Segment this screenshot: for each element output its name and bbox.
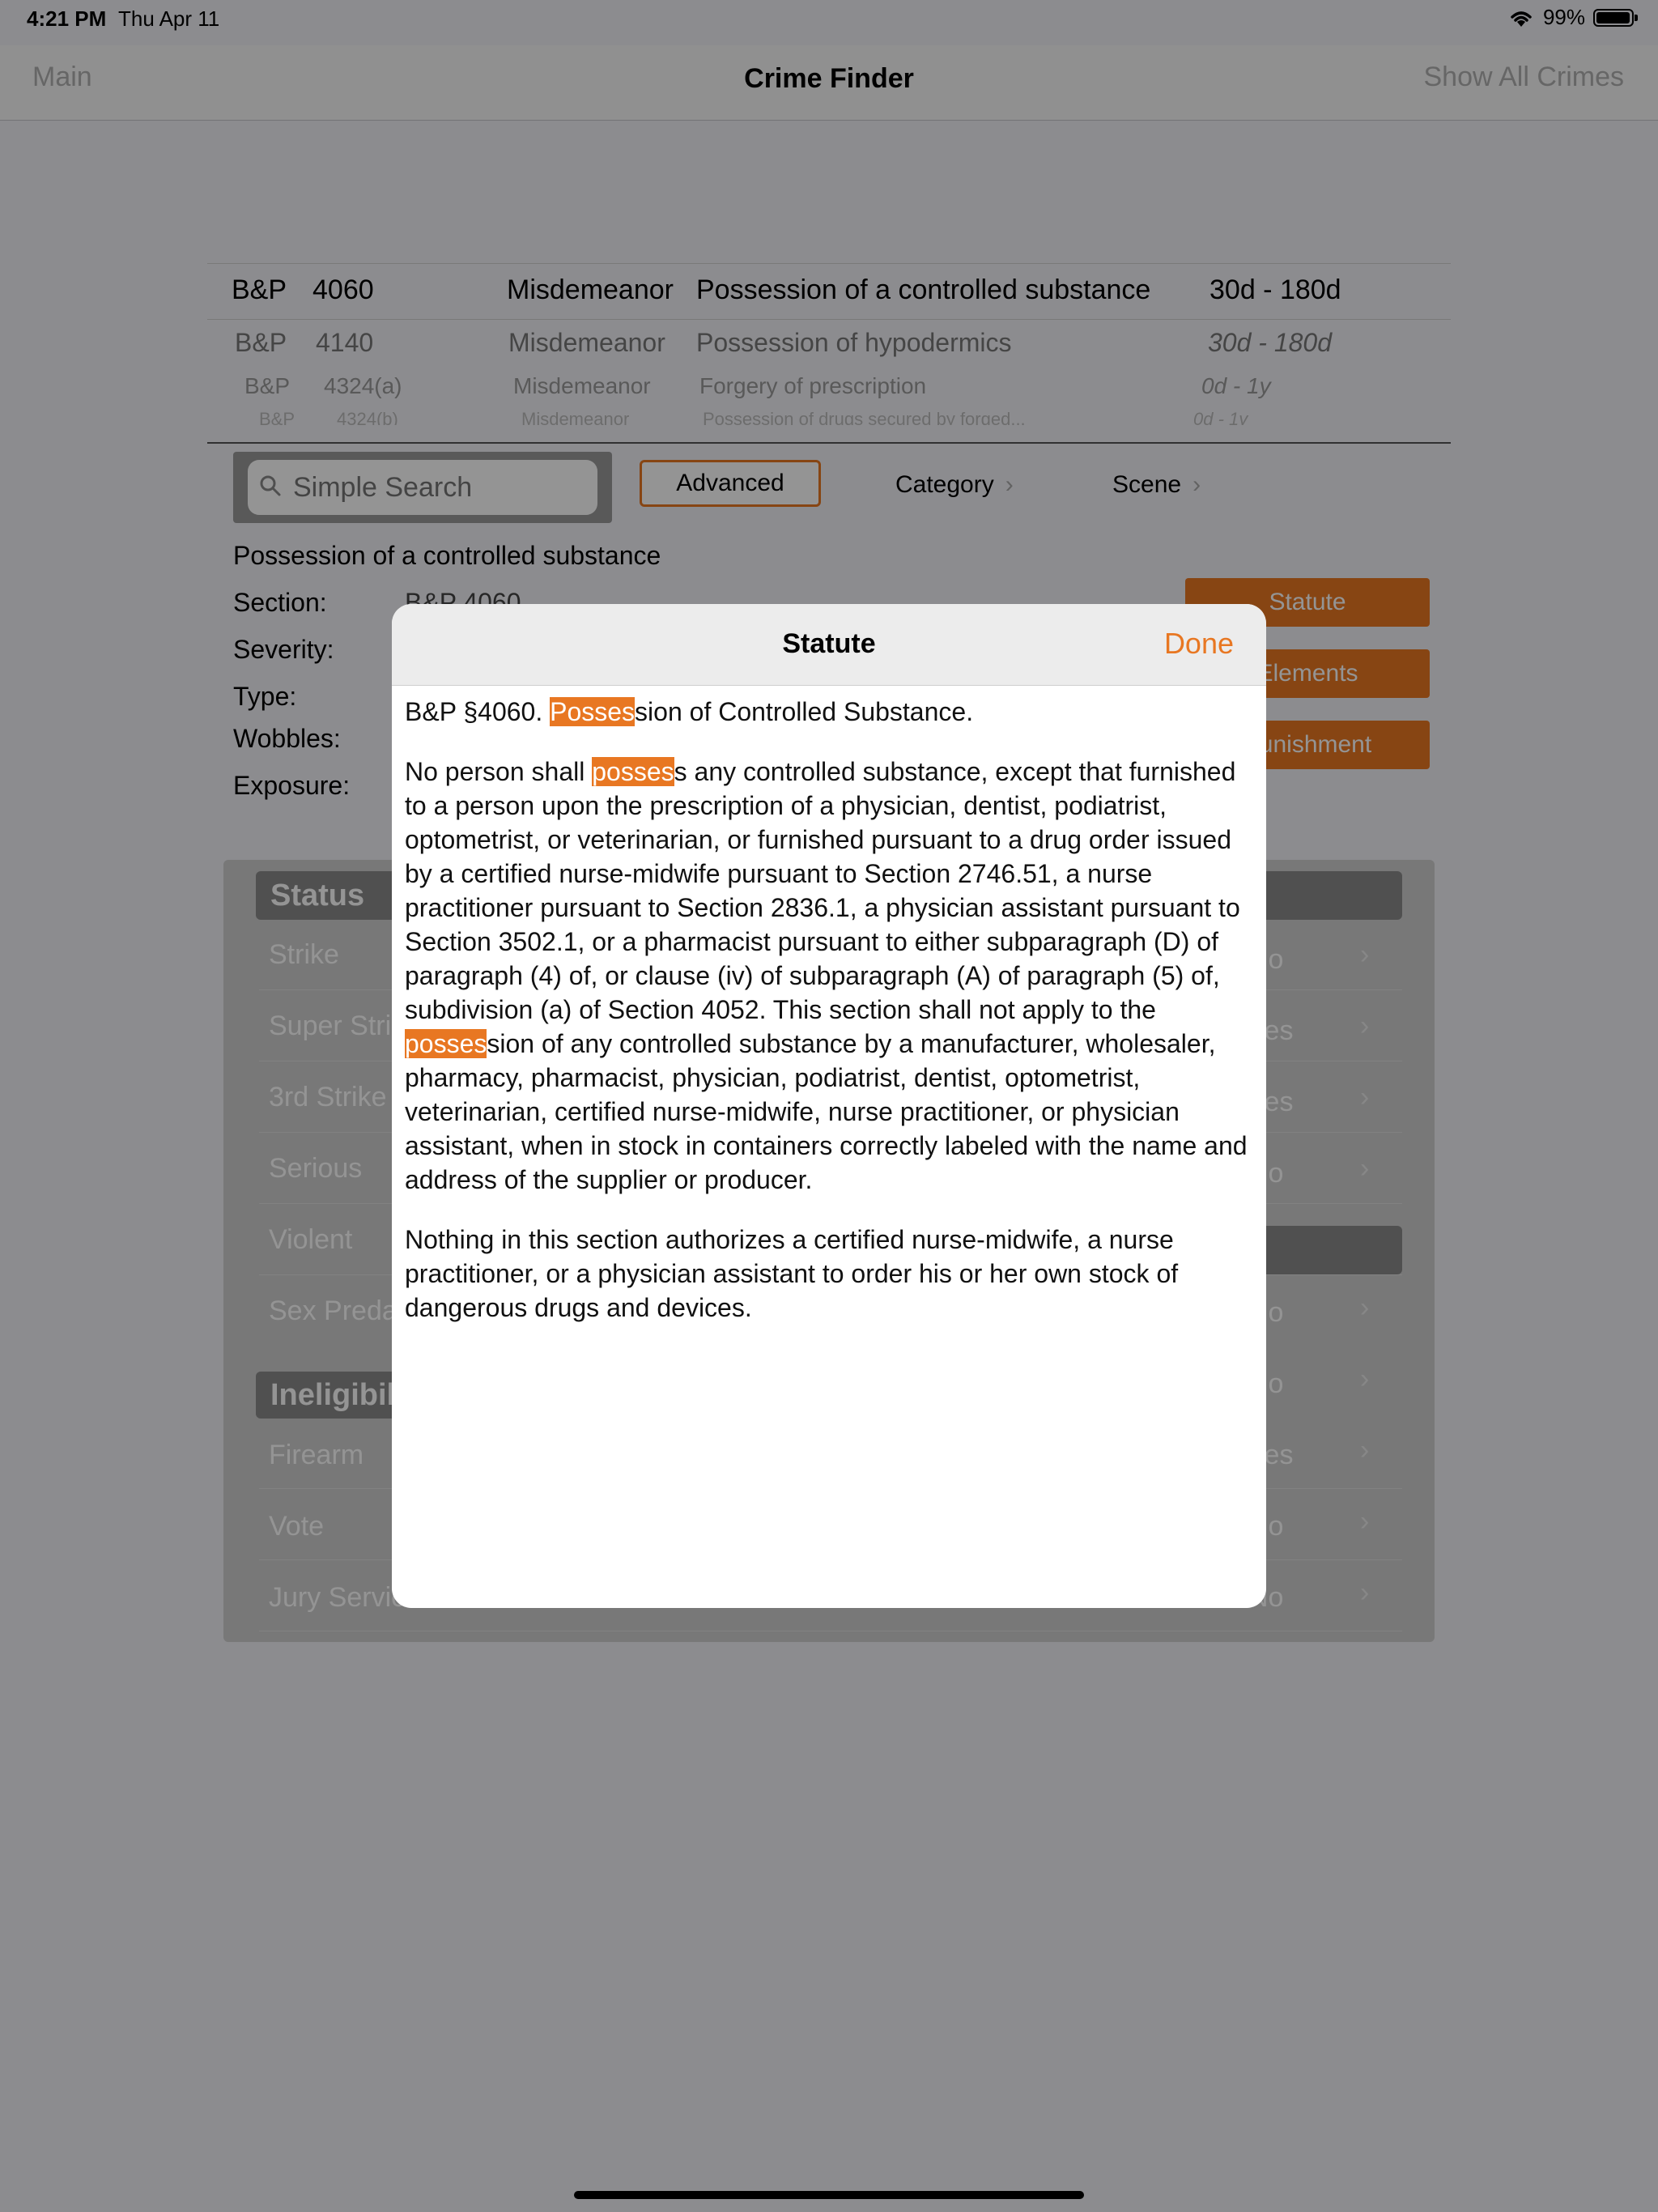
text-segment: No person shall	[405, 757, 593, 786]
text-segment: B&P §4060.	[405, 697, 551, 726]
modal-title: Statute	[782, 628, 876, 659]
text-segment: sion of any controlled substance by a ma…	[405, 1029, 1248, 1194]
home-indicator[interactable]	[574, 2191, 1084, 2199]
search-highlight: posses	[592, 757, 674, 786]
modal-header: Statute Done	[392, 604, 1266, 686]
done-button[interactable]: Done	[1164, 627, 1234, 661]
statute-text[interactable]: B&P §4060. Possession of Controlled Subs…	[405, 695, 1255, 1351]
statute-paragraph: No person shall possess any controlled s…	[405, 755, 1255, 1197]
search-highlight: posses	[405, 1029, 487, 1058]
statute-paragraph: Nothing in this section authorizes a cer…	[405, 1225, 1179, 1322]
statute-heading: B&P §4060. Possession of Controlled Subs…	[405, 695, 1255, 729]
text-segment: s any controlled substance, except that …	[405, 757, 1240, 1024]
text-segment: sion of Controlled Substance.	[635, 697, 974, 726]
statute-modal: Statute Done B&P §4060. Possession of Co…	[392, 604, 1266, 1608]
search-highlight: Posses	[550, 697, 636, 726]
